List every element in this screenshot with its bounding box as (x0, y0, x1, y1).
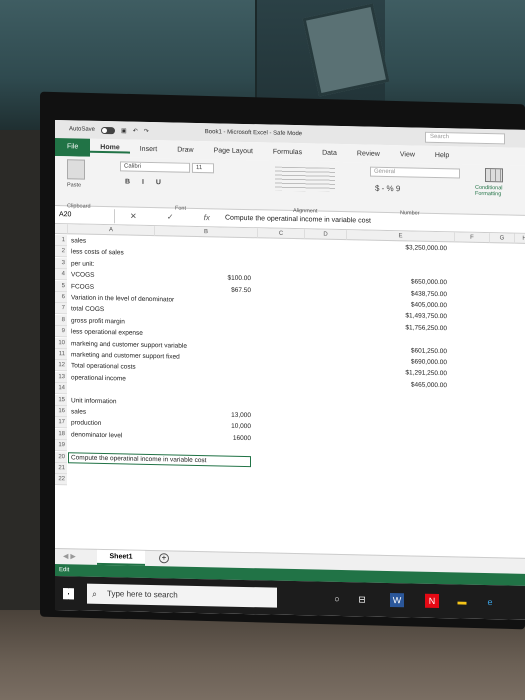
window-title: Book1 - Microsoft Excel - Safe Mode (204, 129, 303, 138)
add-sheet-icon[interactable]: + (159, 553, 169, 564)
cell-a[interactable]: less costs of sales (71, 247, 124, 259)
save-icon[interactable]: ▣ (121, 127, 127, 134)
cell-a[interactable]: production (71, 418, 101, 430)
column-header[interactable]: C (258, 228, 305, 240)
cell-a[interactable]: gross profit margin (71, 315, 125, 327)
tab-draw[interactable]: Draw (167, 146, 203, 154)
word-icon[interactable]: W (390, 593, 404, 608)
row-header[interactable]: 1 (55, 235, 67, 247)
taskbar-search-placeholder: Type here to search (107, 589, 178, 600)
cell-a[interactable]: total COGS (71, 304, 104, 316)
paste-button[interactable]: Paste (67, 182, 81, 188)
font-size-select[interactable]: 11 (192, 162, 214, 174)
cell-a[interactable]: operational income (71, 372, 126, 384)
group-alignment-label: Alignment (293, 207, 318, 215)
column-header[interactable]: A (68, 224, 155, 237)
column-header[interactable]: H (515, 233, 525, 245)
tab-review[interactable]: Review (347, 150, 390, 158)
select-all-corner[interactable] (55, 224, 68, 235)
font-name-select[interactable]: Calibri (120, 161, 190, 173)
row-header[interactable]: 6 (55, 292, 67, 304)
group-font-label: Font (175, 205, 187, 212)
tab-file[interactable]: File (55, 138, 91, 157)
tab-data[interactable]: Data (312, 149, 347, 157)
tab-formulas[interactable]: Formulas (263, 148, 312, 156)
row-header[interactable]: 22 (55, 474, 67, 486)
group-number-label: Number (400, 210, 420, 217)
undo-icon[interactable]: ↶ (133, 127, 138, 134)
sheet-tab-sheet1[interactable]: Sheet1 (97, 549, 145, 566)
row-header[interactable]: 10 (55, 337, 67, 349)
alignment-icons[interactable] (275, 166, 335, 192)
row-header[interactable]: 19 (55, 440, 67, 452)
redo-icon[interactable]: ↷ (144, 127, 149, 134)
cell-a[interactable]: VCOGS (71, 270, 94, 281)
cell-a[interactable]: Total operational costs (71, 361, 136, 373)
row-header[interactable]: 18 (55, 428, 67, 441)
bold-italic-underline-buttons[interactable]: B I U (125, 178, 166, 186)
enter-icon[interactable]: ✓ (167, 212, 174, 221)
row-header[interactable]: 7 (55, 303, 67, 315)
row-header[interactable]: 5 (55, 280, 67, 292)
excel-window: AutoSave ▣ ↶ ↷ Book1 - Microsoft Excel -… (55, 120, 525, 620)
row-header[interactable]: 16 (55, 406, 67, 418)
tab-page-layout[interactable]: Page Layout (204, 147, 263, 155)
taskbar-search-input[interactable]: ⌕ Type here to search (87, 583, 277, 608)
sheet-nav-arrows[interactable]: ◀ ▶ (63, 552, 76, 560)
cortana-icon[interactable]: ○ (330, 592, 344, 606)
paste-icon[interactable] (67, 159, 85, 180)
netflix-icon[interactable]: N (425, 593, 439, 609)
row-header[interactable]: 2 (55, 246, 67, 258)
function-icon[interactable]: fx (204, 213, 210, 222)
row-header[interactable]: 14 (55, 383, 67, 395)
column-header[interactable]: G (490, 233, 515, 244)
conditional-formatting-button[interactable]: Conditional Formatting (475, 185, 520, 198)
tab-help[interactable]: Help (425, 151, 459, 159)
row-header[interactable]: 11 (55, 349, 67, 361)
windows-start-icon[interactable] (63, 588, 74, 600)
tab-view[interactable]: View (390, 151, 425, 159)
file-explorer-icon[interactable]: ▬ (455, 594, 469, 608)
task-view-icon[interactable]: ⊟ (355, 592, 369, 606)
row-header[interactable]: 13 (55, 371, 67, 384)
formula-input[interactable]: Compute the operatinal income in variabl… (225, 215, 371, 225)
cell-b[interactable] (155, 476, 251, 489)
cell-a[interactable]: sales (71, 406, 86, 417)
row-header[interactable]: 21 (55, 463, 67, 475)
cell-a[interactable]: Unit information (71, 395, 117, 407)
cancel-icon[interactable]: ✕ (130, 212, 137, 221)
cell-a[interactable]: less operational expense (71, 327, 143, 340)
tab-insert[interactable]: Insert (130, 145, 168, 153)
cell-a[interactable]: denominator level (71, 429, 122, 441)
edge-icon[interactable]: e (483, 595, 497, 609)
column-header[interactable]: F (455, 232, 490, 244)
row-header[interactable]: 15 (55, 394, 67, 406)
row-header[interactable]: 20 (55, 451, 67, 463)
column-header[interactable]: D (305, 229, 347, 241)
row-header[interactable]: 9 (55, 326, 67, 338)
number-format-select[interactable]: General (370, 166, 460, 179)
row-header[interactable]: 12 (55, 360, 67, 372)
search-icon: ⌕ (92, 588, 98, 599)
row-header[interactable]: 8 (55, 314, 67, 327)
cell-a[interactable]: FCOGS (71, 281, 94, 292)
autosave-toggle[interactable] (101, 126, 116, 134)
group-clipboard-label: Clipboard (67, 203, 91, 210)
tab-home[interactable]: Home (90, 143, 130, 154)
cell-a[interactable]: sales (71, 235, 86, 246)
row-header[interactable]: 4 (55, 269, 67, 281)
ribbon-home: Paste Calibri 11 B I U General $ - % 9 C… (55, 156, 525, 217)
conditional-formatting-icon[interactable] (485, 168, 503, 183)
currency-format-button[interactable]: $ - % 9 (375, 184, 400, 194)
cell-e[interactable] (347, 481, 447, 494)
row-header[interactable]: 17 (55, 417, 67, 429)
cell-a[interactable]: per unit: (71, 258, 95, 269)
name-box[interactable]: A20 (55, 207, 115, 223)
row-header[interactable]: 3 (55, 257, 67, 270)
title-search-input[interactable]: Search (425, 131, 505, 144)
autosave-label: AutoSave (69, 126, 96, 133)
